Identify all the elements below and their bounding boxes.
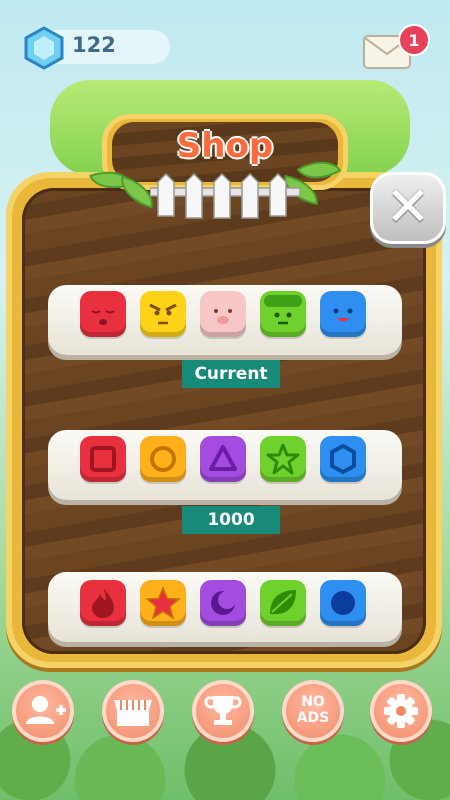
shop-row-shapes[interactable] xyxy=(48,430,402,500)
gem-count: 122 xyxy=(72,33,116,57)
no-ads-button[interactable]: NO ADS xyxy=(282,680,344,742)
green-star-piece xyxy=(260,436,306,482)
smile-face-icon xyxy=(264,295,302,325)
row-price: 1000 xyxy=(182,506,280,534)
blue-ball-piece xyxy=(320,580,366,626)
happy-face-icon xyxy=(333,308,353,322)
yellow-circle-piece xyxy=(140,436,186,482)
gem-icon xyxy=(24,26,64,70)
yellow-star-piece xyxy=(140,580,186,626)
close-icon: ✕ xyxy=(385,175,431,238)
leaderboard-button[interactable] xyxy=(192,680,254,742)
hexagon-icon xyxy=(330,444,356,474)
green-face-piece xyxy=(260,291,306,337)
shop-row-elements[interactable] xyxy=(48,572,402,642)
shop-row-current[interactable] xyxy=(48,285,402,355)
flame-icon xyxy=(92,588,114,618)
store-button[interactable] xyxy=(102,680,164,742)
blue-hexagon-piece xyxy=(320,436,366,482)
leaf-icon xyxy=(270,590,296,615)
red-face-piece xyxy=(80,291,126,337)
mail-badge: 1 xyxy=(398,24,430,56)
no-ads-line2: ADS xyxy=(296,710,330,726)
no-ads-label: NO ADS xyxy=(282,694,344,726)
shop-title: Shop xyxy=(176,126,274,166)
red-flame-piece xyxy=(80,580,126,626)
fence-decoration xyxy=(150,172,300,219)
close-button[interactable]: ✕ xyxy=(370,172,446,244)
star-icon xyxy=(145,586,181,620)
add-friend-icon xyxy=(26,696,66,724)
green-leaf-piece xyxy=(260,580,306,626)
settings-button[interactable] xyxy=(370,680,432,742)
trophy-icon xyxy=(204,696,242,725)
pink-face-piece xyxy=(200,291,246,337)
blue-face-piece xyxy=(320,291,366,337)
purple-triangle-piece xyxy=(200,436,246,482)
add-friend-button[interactable] xyxy=(12,680,74,742)
red-square-piece xyxy=(80,436,126,482)
ball-icon xyxy=(331,591,355,615)
square-icon xyxy=(90,446,116,472)
no-ads-line1: NO xyxy=(301,694,325,710)
angry-face-icon xyxy=(149,303,177,325)
pig-face-icon xyxy=(214,309,232,324)
gear-icon xyxy=(384,694,418,728)
triangle-icon xyxy=(209,445,237,471)
moon-icon xyxy=(211,591,236,615)
store-icon xyxy=(114,700,152,726)
purple-moon-piece xyxy=(200,580,246,626)
yellow-face-piece xyxy=(140,291,186,337)
sleepy-face-icon xyxy=(91,310,115,325)
star-outline-icon xyxy=(266,443,300,475)
row-status-current: Current xyxy=(182,360,280,388)
circle-icon xyxy=(150,446,176,472)
